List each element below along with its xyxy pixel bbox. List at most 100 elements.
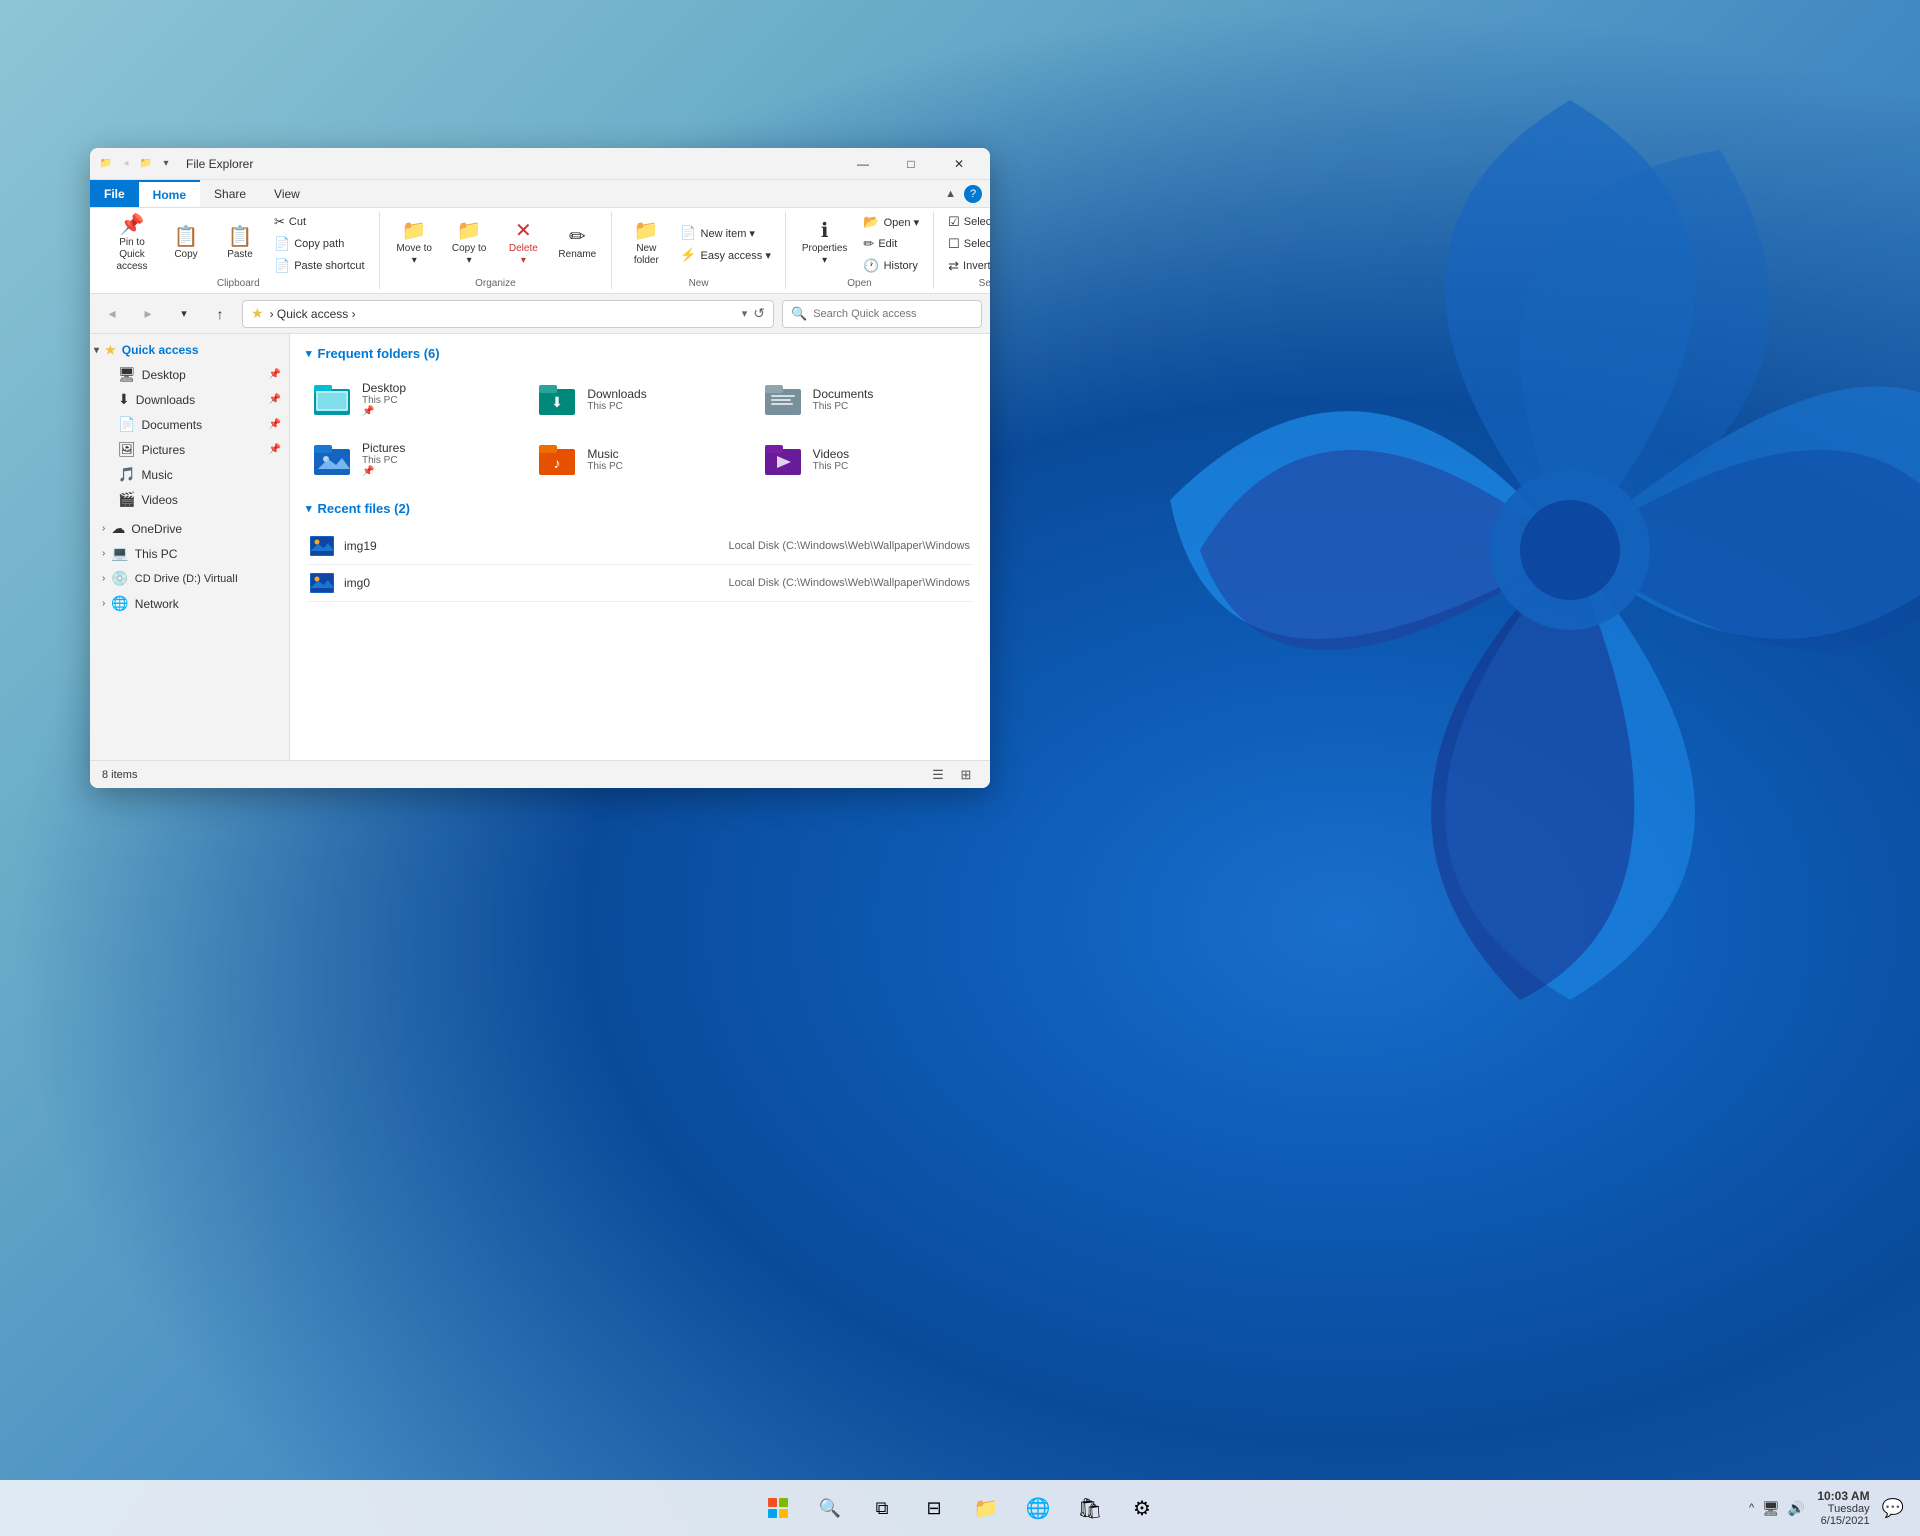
history-label: History [884,260,918,272]
tray-expand-icon[interactable]: ^ [1749,1502,1754,1514]
dropdown-icon: ▾ [158,156,174,172]
copy-button[interactable]: 📋 Copy [160,216,212,272]
new-folder-button[interactable]: 📁 Newfolder [620,216,672,272]
notification-icon[interactable]: 💬 [1882,1498,1904,1519]
detail-view-button[interactable]: ☰ [926,763,950,787]
minimize-button[interactable]: — [840,148,886,180]
folder-item-documents[interactable]: Documents This PC [757,373,974,425]
tab-view[interactable]: View [260,180,314,207]
network-tray-icon[interactable]: 🖥 [1762,1500,1780,1517]
rename-button[interactable]: ✏ Rename [551,216,603,272]
new-group: 📁 Newfolder 📄 New item ▾ ⚡ Easy access ▾… [612,212,786,289]
quick-access-header[interactable]: ▾ ★ Quick access [90,338,289,362]
paste-label: Paste [227,249,253,261]
clock-time: 10:03 AM [1817,1489,1869,1503]
search-input[interactable] [813,308,973,320]
large-icon-view-button[interactable]: ⊞ [954,763,978,787]
properties-button[interactable]: ℹ Properties ▾ [794,216,856,272]
back-button[interactable]: ◂ [98,300,126,328]
volume-tray-icon[interactable]: 🔊 [1788,1500,1805,1517]
open-button[interactable]: 📂 Open ▾ [857,212,925,232]
frequent-folders-header[interactable]: ▾ Frequent folders (6) [306,346,974,361]
recent-file-img0[interactable]: img0 Local Disk (C:\Windows\Web\Wallpape… [306,565,974,602]
move-to-button[interactable]: 📁 Move to ▾ [388,216,441,272]
select-all-button[interactable]: ☑ Select all [942,212,990,232]
system-tray-icons: ^ 🖥 🔊 [1749,1500,1805,1517]
taskbar-settings-button[interactable]: ⚙ [1120,1486,1164,1530]
address-box[interactable]: ★ › Quick access › ▾ ↺ [242,300,774,328]
help-icon[interactable]: ? [964,185,982,203]
onedrive-icon: ☁ [111,520,125,537]
rename-icon: ✏ [569,227,586,247]
downloads-folder-name: Downloads [587,387,646,401]
copy-path-button[interactable]: 📄 Copy path [268,234,371,254]
close-button[interactable]: ✕ [936,148,982,180]
sidebar-item-network[interactable]: › 🌐 Network [90,591,289,616]
tab-file[interactable]: File [90,180,139,207]
sidebar-item-desktop[interactable]: 🖥 Desktop 📌 [90,362,289,387]
invert-selection-button[interactable]: ⇄ Invert selection [942,256,990,276]
documents-icon: 📄 [118,416,135,433]
title-bar-icons: 📁 ◂ 📁 ▾ [98,156,174,172]
paste-button[interactable]: 📋 Paste [214,216,266,272]
forward-button[interactable]: ▸ [134,300,162,328]
documents-folder-icon [765,383,805,415]
recent-file-img19[interactable]: img19 Local Disk (C:\Windows\Web\Wallpap… [306,528,974,565]
cut-button[interactable]: ✂ Cut [268,212,371,232]
music-icon: 🎵 [118,466,135,483]
open-group: ℹ Properties ▾ 📂 Open ▾ ✏ Edit 🕐 History [786,212,934,289]
folder-item-videos[interactable]: Videos This PC [757,433,974,485]
folder-item-music[interactable]: ♪ Music This PC [531,433,748,485]
open-small-group: 📂 Open ▾ ✏ Edit 🕐 History [857,212,925,276]
taskbar-center: 🔍 ⧉ ⊟ 📁 🌐 🛍 ⚙ [756,1486,1164,1530]
tab-home[interactable]: Home [139,180,200,207]
sidebar-item-onedrive[interactable]: › ☁ OneDrive [90,516,289,541]
task-view-button[interactable]: ⧉ [860,1486,904,1530]
widgets-button[interactable]: ⊟ [912,1486,956,1530]
edit-button[interactable]: ✏ Edit [857,234,925,254]
paste-shortcut-button[interactable]: 📄 Paste shortcut [268,256,371,276]
sidebar-item-this-pc[interactable]: › 💻 This PC [90,541,289,566]
onedrive-label: OneDrive [131,522,182,536]
pin-to-quick-access-button[interactable]: 📌 Pin to Quickaccess [106,216,158,272]
recent-files-header[interactable]: ▾ Recent files (2) [306,501,974,516]
sidebar-item-videos[interactable]: 🎬 Videos [90,487,289,512]
sidebar-item-documents[interactable]: 📄 Documents 📌 [90,412,289,437]
delete-label: Delete ▾ [505,243,541,267]
new-item-button[interactable]: 📄 New item ▾ [674,223,777,243]
sidebar-item-music[interactable]: 🎵 Music [90,462,289,487]
sidebar-item-cd-drive[interactable]: › 💿 CD Drive (D:) VirtualI [90,566,289,591]
taskbar-search-button[interactable]: 🔍 [808,1486,852,1530]
videos-folder-icon [765,443,805,475]
delete-button[interactable]: ✕ Delete ▾ [497,216,549,272]
dropdown-recent-button[interactable]: ▾ [170,300,198,328]
move-to-icon: 📁 [402,221,427,241]
taskbar-clock[interactable]: 10:03 AM Tuesday6/15/2021 [1817,1489,1869,1527]
new-buttons: 📁 Newfolder 📄 New item ▾ ⚡ Easy access ▾ [620,212,777,276]
back-icon-title: ◂ [118,156,134,172]
easy-access-button[interactable]: ⚡ Easy access ▾ [674,245,777,265]
sidebar-item-downloads[interactable]: ⬇ Downloads 📌 [90,387,289,412]
videos-label: Videos [141,493,177,507]
music-folder-icon: ♪ [539,443,579,475]
ribbon-collapse-icon[interactable]: ▲ [945,188,956,200]
start-button[interactable] [756,1486,800,1530]
up-button[interactable]: ↑ [206,300,234,328]
copy-to-button[interactable]: 📁 Copy to ▾ [443,216,495,272]
history-button[interactable]: 🕐 History [857,256,925,276]
sidebar-item-pictures[interactable]: 🖼 Pictures 📌 [90,437,289,462]
maximize-button[interactable]: □ [888,148,934,180]
search-box[interactable]: 🔍 [782,300,982,328]
network-chevron-icon: › [102,598,105,609]
folder-item-desktop[interactable]: Desktop This PC 📌 [306,373,523,425]
refresh-icon[interactable]: ↺ [753,305,765,322]
taskbar-edge-icon: 🌐 [1026,1496,1051,1521]
tab-share[interactable]: Share [200,180,260,207]
folder-item-downloads[interactable]: ⬇ Downloads This PC [531,373,748,425]
select-none-button[interactable]: ☐ Select none [942,234,990,254]
address-text: › Quick access › [270,307,736,321]
taskbar-edge-button[interactable]: 🌐 [1016,1486,1060,1530]
folder-item-pictures[interactable]: Pictures This PC 📌 [306,433,523,485]
taskbar-store-button[interactable]: 🛍 [1068,1486,1112,1530]
taskbar-file-explorer-button[interactable]: 📁 [964,1486,1008,1530]
